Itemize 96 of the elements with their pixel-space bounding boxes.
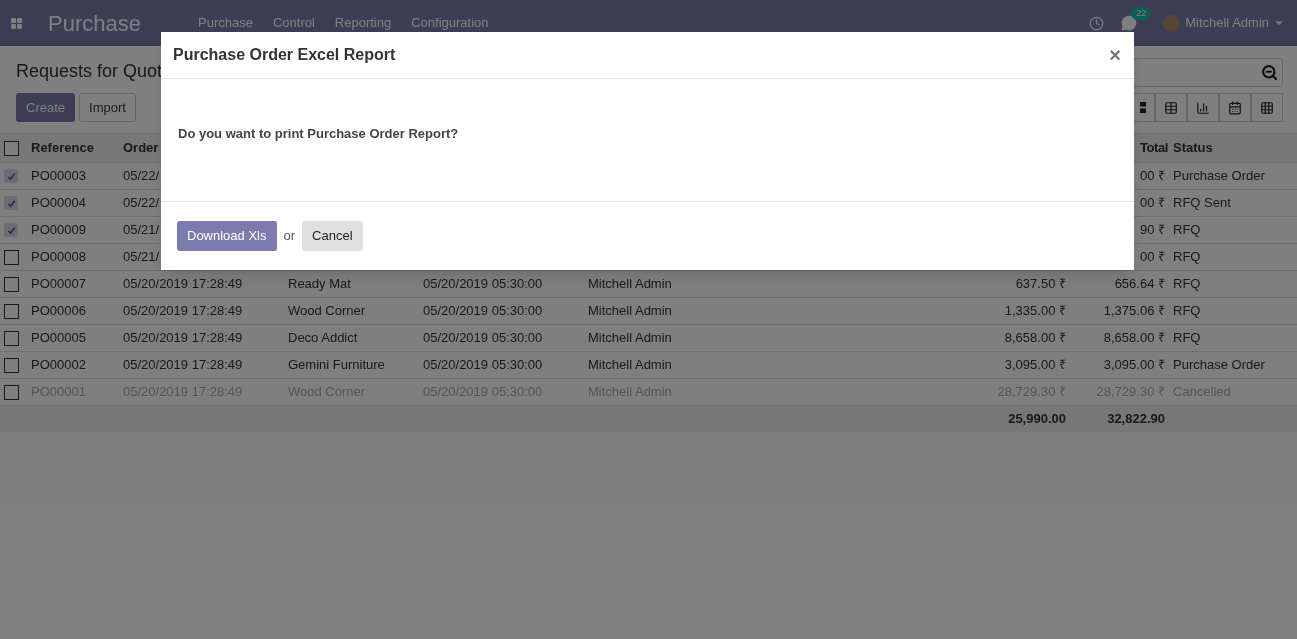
view-switch-button[interactable] [1187, 93, 1219, 122]
table-cell: 05/21/ [123, 222, 160, 238]
checkbox[interactable] [4, 384, 19, 400]
table-cell: RFQ [1173, 222, 1201, 238]
table-cell: 05/20/2019 17:28:49 [123, 276, 243, 292]
menu-item[interactable]: Control [272, 13, 315, 33]
chat-icon[interactable] [1121, 15, 1138, 31]
checkbox[interactable] [4, 196, 18, 210]
user-name[interactable]: Mitchell Admin [1185, 13, 1269, 33]
search-icon[interactable] [1261, 64, 1278, 81]
table-cell: RFQ [1173, 303, 1201, 319]
checkbox[interactable] [4, 276, 19, 292]
create-button[interactable]: Create [16, 93, 76, 122]
table-cell: 05/20/2019 17:28:49 [123, 303, 243, 319]
menu-item[interactable]: Purchase [198, 13, 253, 33]
table-cell: 3,095.00 ₹ [1004, 357, 1066, 373]
table-cell: 05/22/ [123, 168, 160, 184]
table-cell: Ready Mat [288, 276, 351, 292]
table-cell: PO00006 [31, 303, 86, 319]
table-cell: Deco Addict [288, 330, 358, 346]
grid-icon [1260, 100, 1274, 115]
view-switch-button[interactable] [1219, 93, 1251, 122]
checkbox[interactable] [4, 330, 19, 346]
menu-item[interactable]: Configuration [411, 13, 489, 33]
apps-menu-icon[interactable] [10, 16, 23, 30]
checkbox[interactable] [4, 249, 19, 265]
table-cell: 1,335.00 ₹ [1004, 303, 1066, 319]
table-cell: 05/22/ [123, 195, 160, 211]
table-cell: 05/20/2019 17:28:49 [123, 357, 243, 373]
cancel-button[interactable]: Cancel [302, 221, 363, 251]
close-button[interactable]: × [1109, 45, 1121, 65]
message-count-badge: 22 [1131, 7, 1152, 20]
table-cell: PO00005 [31, 330, 86, 346]
table-cell: 8,658.00 ₹ [1004, 330, 1066, 346]
table-cell: 656.64 ₹ [1114, 276, 1165, 292]
download-button[interactable]: Download Xls [177, 221, 277, 251]
table-cell: 05/20/2019 05:30:00 [423, 303, 543, 319]
table-cell: 3,095.00 ₹ [1103, 357, 1165, 373]
table-cell: PO00003 [31, 168, 86, 184]
checkbox[interactable] [4, 303, 19, 319]
table-cell: RFQ [1173, 330, 1201, 346]
table-cell: RFQ [1173, 249, 1201, 265]
check-icon [6, 171, 16, 181]
table-cell: 90 ₹ [1139, 222, 1165, 238]
table-cell: Gemini Furniture [288, 357, 385, 373]
column-header[interactable]: Status [1173, 140, 1213, 156]
column-header[interactable]: Reference [31, 140, 94, 156]
table-cell: 00 ₹ [1139, 249, 1165, 265]
table-cell: 00 ₹ [1139, 168, 1165, 184]
table-cell: 05/20/2019 17:28:49 [123, 330, 243, 346]
clock-icon[interactable] [1089, 15, 1105, 31]
import-button[interactable]: Import [79, 93, 136, 122]
table-cell: 8,658.00 ₹ [1103, 330, 1165, 346]
calendar-icon [1228, 100, 1242, 115]
column-header[interactable]: Total [1139, 140, 1168, 156]
table-icon [1164, 100, 1178, 115]
table-cell: 05/20/2019 05:30:00 [423, 330, 543, 346]
table-cell: 05/20/2019 05:30:00 [423, 276, 543, 292]
table-cell: Mitchell Admin [588, 357, 672, 373]
table-cell: Purchase Order [1173, 357, 1265, 373]
table-cell: PO00008 [31, 249, 86, 265]
table-cell: 05/20/2019 05:30:00 [423, 357, 543, 373]
checkbox[interactable] [4, 169, 18, 183]
view-switch-button[interactable] [1155, 93, 1187, 122]
table-cell: PO00009 [31, 222, 86, 238]
table-cell: RFQ [1173, 276, 1201, 292]
menu-item[interactable]: Reporting [334, 13, 392, 33]
table-cell: RFQ Sent [1173, 195, 1231, 211]
dialog-title: Purchase Order Excel Report [173, 45, 396, 65]
table-cell: Purchase Order [1173, 168, 1265, 184]
table-cell: PO00004 [31, 195, 86, 211]
dialog-message: Do you want to print Purchase Order Report? [178, 125, 459, 144]
app-title: Purchase [48, 9, 142, 38]
checkbox[interactable] [4, 357, 19, 373]
table-cell: PO00007 [31, 276, 86, 292]
table-cell: Mitchell Admin [588, 303, 672, 319]
table-cell: 1,375.06 ₹ [1103, 303, 1165, 319]
table-cell: 05/21/ [123, 249, 160, 265]
check-icon [6, 225, 16, 235]
bar-chart-icon [1196, 100, 1210, 115]
check-icon [6, 198, 16, 208]
table-cell: PO00002 [31, 357, 86, 373]
table-cell: 00 ₹ [1139, 195, 1165, 211]
table-cell: Mitchell Admin [588, 330, 672, 346]
table-cell: 637.50 ₹ [1015, 276, 1066, 292]
page-title: Requests for Quot [16, 60, 163, 83]
checkbox[interactable] [4, 140, 19, 156]
table-cell: Mitchell Admin [588, 276, 672, 292]
checkbox[interactable] [4, 223, 18, 237]
view-switch-button[interactable] [1251, 93, 1283, 122]
table-cell: Wood Corner [288, 303, 366, 319]
column-header[interactable]: Order [123, 140, 159, 156]
total-cell: 32,822.90 [1107, 411, 1165, 427]
or-text: or [283, 227, 296, 246]
total-cell: 25,990.00 [1008, 411, 1066, 427]
search-field[interactable] [1133, 58, 1283, 87]
